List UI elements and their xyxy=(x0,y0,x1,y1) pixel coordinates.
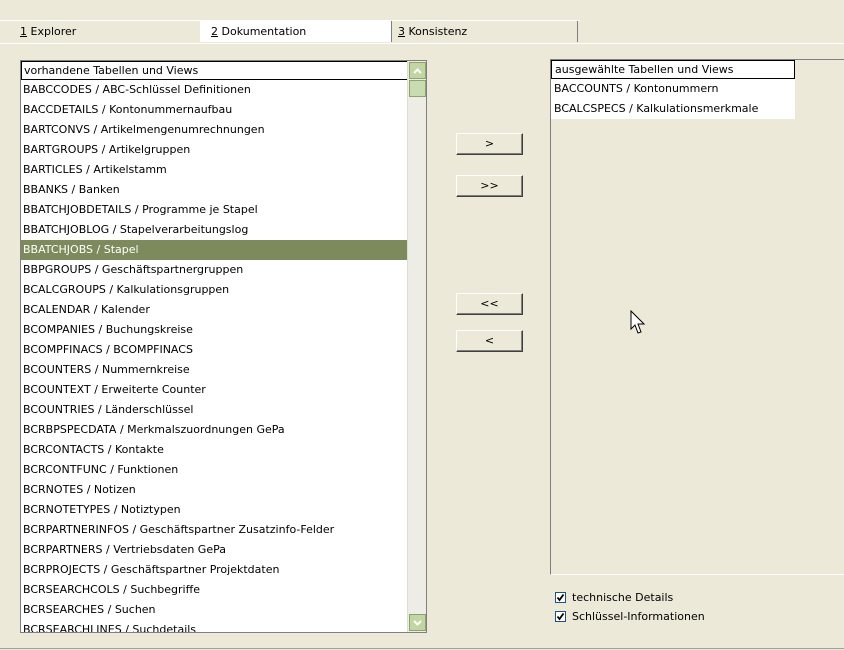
remove-selected-button[interactable]: < xyxy=(456,330,523,352)
list-item[interactable]: BCRPROJECTS / Geschäftspartner Projektda… xyxy=(21,560,407,580)
list-item[interactable]: BARTGROUPS / Artikelgruppen xyxy=(21,140,407,160)
list-item[interactable]: BACCOUNTS / Kontonummern xyxy=(551,79,795,99)
technical-details-label: technische Details xyxy=(572,590,674,604)
tab-bar: 1 Explorer 2 Dokumentation 3 Konsistenz xyxy=(0,0,844,44)
tab-konsistenz-label: Konsistenz xyxy=(405,25,468,38)
checkmark-icon xyxy=(555,610,566,622)
tab-divider xyxy=(577,21,578,42)
key-info-label: Schlüssel-Informationen xyxy=(572,609,705,623)
tab-konsistenz[interactable]: 3 Konsistenz xyxy=(393,21,577,42)
list-item[interactable]: BCRSEARCHLINES / Suchdetails xyxy=(21,620,407,632)
chevron-down-icon xyxy=(413,619,422,626)
tab-line-bottom xyxy=(0,43,844,44)
scroll-thumb[interactable] xyxy=(409,80,426,97)
bottom-divider xyxy=(0,648,844,649)
list-item[interactable]: BCRPARTNERS / Vertriebsdaten GePa xyxy=(21,540,407,560)
available-list-header: vorhandene Tabellen und Views xyxy=(21,61,407,80)
list-item[interactable]: BBANKS / Banken xyxy=(21,180,407,200)
list-item[interactable]: BCOMPANIES / Buchungskreise xyxy=(21,320,407,340)
tab-explorer[interactable]: 1 Explorer xyxy=(16,21,200,42)
chevron-up-icon xyxy=(413,67,422,74)
list-item[interactable]: BBPGROUPS / Geschäftspartnergruppen xyxy=(21,260,407,280)
technical-details-checkbox[interactable]: technische Details xyxy=(555,589,673,605)
list-item-selected[interactable]: BBATCHJOBS / Stapel xyxy=(21,240,407,260)
list-item[interactable]: BCALCGROUPS / Kalkulationsgruppen xyxy=(21,280,407,300)
list-item[interactable]: BCOUNTERS / Nummernkreise xyxy=(21,360,407,380)
scroll-down-button[interactable] xyxy=(409,614,426,631)
tab-konsistenz-hotkey: 3 xyxy=(398,25,405,38)
list-item[interactable]: BARTCONVS / Artikelmengenumrechnungen xyxy=(21,120,407,140)
list-item[interactable]: BCALENDAR / Kalender xyxy=(21,300,407,320)
list-item[interactable]: BCOMPFINACS / BCOMPFINACS xyxy=(21,340,407,360)
tab-dokumentation-label: Dokumentation xyxy=(218,25,307,38)
list-item[interactable]: BCRNOTETYPES / Notiztypen xyxy=(21,500,407,520)
list-item[interactable]: BCRNOTES / Notizen xyxy=(21,480,407,500)
available-list-scrollbar[interactable] xyxy=(407,61,426,632)
tab-divider xyxy=(391,21,392,42)
tab-dokumentation[interactable]: 2 Dokumentation xyxy=(201,21,391,42)
list-item[interactable]: BCRBPSPECDATA / Merkmalszuordnungen GePa xyxy=(21,420,407,440)
list-item[interactable]: BACCDETAILS / Kontonummernaufbau xyxy=(21,100,407,120)
add-all-button[interactable]: >> xyxy=(456,175,523,197)
list-item[interactable]: BCRPARTNERINFOS / Geschäftspartner Zusat… xyxy=(21,520,407,540)
mouse-cursor-icon xyxy=(630,310,646,334)
tab-dokumentation-hotkey: 2 xyxy=(211,25,218,38)
list-item[interactable]: BABCCODES / ABC-Schlüssel Definitionen xyxy=(21,80,407,100)
list-item[interactable]: BARTICLES / Artikelstamm xyxy=(21,160,407,180)
selected-tables-list[interactable]: ausgewählte Tabellen und Views BACCOUNTS… xyxy=(550,59,844,575)
list-item[interactable]: BCRCONTFUNC / Funktionen xyxy=(21,460,407,480)
scroll-up-button[interactable] xyxy=(409,62,426,79)
remove-all-button[interactable]: << xyxy=(456,293,523,315)
list-item[interactable]: BCOUNTRIES / Länderschlüssel xyxy=(21,400,407,420)
key-info-checkbox[interactable]: Schlüssel-Informationen xyxy=(555,608,705,624)
list-item[interactable]: BCRSEARCHCOLS / Suchbegriffe xyxy=(21,580,407,600)
add-selected-button[interactable]: > xyxy=(456,133,523,155)
list-item[interactable]: BCOUNTEXT / Erweiterte Counter xyxy=(21,380,407,400)
list-item[interactable]: BCRSEARCHES / Suchen xyxy=(21,600,407,620)
selected-list-header: ausgewählte Tabellen und Views xyxy=(551,60,795,79)
checkmark-icon xyxy=(555,591,566,603)
list-item[interactable]: BBATCHJOBLOG / Stapelverarbeitungslog xyxy=(21,220,407,240)
list-item[interactable]: BCALCSPECS / Kalkulationsmerkmale xyxy=(551,99,795,119)
available-tables-list[interactable]: vorhandene Tabellen und Views BABCCODES … xyxy=(20,60,427,633)
tab-explorer-label: Explorer xyxy=(27,25,77,38)
list-item[interactable]: BBATCHJOBDETAILS / Programme je Stapel xyxy=(21,200,407,220)
tab-explorer-hotkey: 1 xyxy=(20,25,27,38)
list-item[interactable]: BCRCONTACTS / Kontakte xyxy=(21,440,407,460)
